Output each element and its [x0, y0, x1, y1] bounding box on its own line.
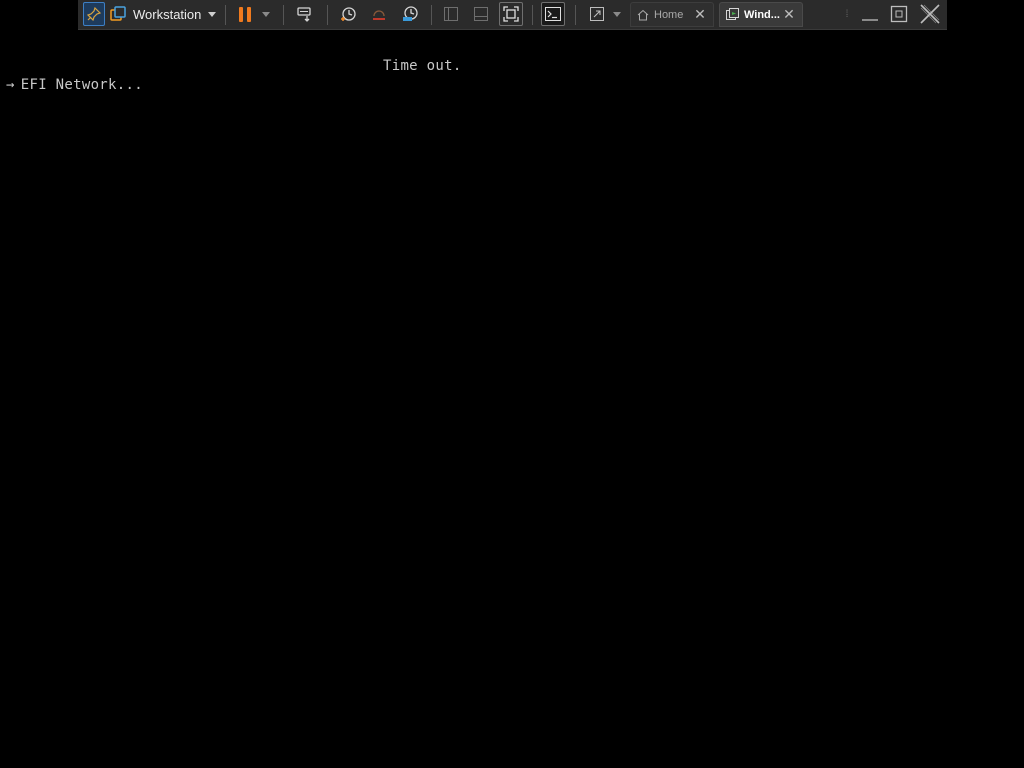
vmware-toolbar: Workstation Home ✕ Wind... ✕ ⁞ — [78, 0, 947, 30]
snapshot-manager-icon — [403, 6, 418, 21]
close-icon[interactable]: ✕ — [693, 7, 707, 21]
snapshot-manager-button[interactable] — [398, 2, 422, 26]
thumbnail-view-icon — [474, 7, 488, 21]
minimize-button[interactable] — [859, 2, 881, 26]
pause-button[interactable] — [234, 2, 256, 26]
chevron-down-icon — [613, 11, 621, 17]
stretch-guest-button[interactable] — [586, 2, 608, 26]
restore-button[interactable] — [888, 2, 910, 26]
toolbar-divider — [225, 5, 226, 25]
console-view-button[interactable] — [541, 2, 565, 26]
tab-windows-vm-label: Wind... — [744, 8, 780, 21]
workstation-icon — [109, 2, 127, 26]
pause-icon — [239, 6, 251, 22]
chevron-down-icon — [262, 11, 270, 17]
close-icon[interactable]: ✕ — [782, 7, 796, 21]
boot-entry-label: EFI Network... — [20, 77, 143, 93]
close-icon — [920, 4, 940, 24]
power-dropdown-button[interactable] — [259, 2, 273, 26]
pin-toolbar-button[interactable] — [83, 2, 105, 26]
toolbar-divider — [431, 5, 432, 25]
toolbar-divider — [283, 5, 284, 25]
stretch-guest-icon — [590, 7, 604, 21]
tab-windows-vm[interactable]: Wind... ✕ — [719, 2, 803, 27]
selection-arrow-icon: → — [6, 77, 15, 93]
restore-icon — [890, 5, 908, 23]
revert-snapshot-icon — [373, 10, 385, 20]
minimize-icon — [862, 19, 878, 21]
workstation-menu[interactable]: Workstation — [133, 2, 217, 26]
close-window-button[interactable] — [918, 2, 942, 26]
send-ctrl-alt-del-icon — [297, 7, 311, 22]
take-snapshot-button[interactable] — [336, 2, 360, 26]
pin-icon — [87, 7, 101, 21]
toolbar-divider — [575, 5, 576, 25]
send-ctrl-alt-del-button[interactable] — [293, 2, 317, 26]
library-view-icon — [444, 7, 458, 21]
boot-menu-entry[interactable]: → EFI Network... — [6, 77, 143, 93]
tab-home-label: Home — [654, 8, 684, 21]
console-view-icon — [545, 7, 561, 21]
tab-home[interactable]: Home ✕ — [630, 2, 714, 27]
stretch-dropdown-button[interactable] — [610, 2, 624, 26]
vm-tab-icon — [726, 8, 739, 20]
revert-snapshot-button[interactable] — [367, 2, 391, 26]
thumbnail-view-button[interactable] — [470, 2, 492, 26]
take-snapshot-icon — [341, 7, 356, 21]
toolbar-divider — [532, 5, 533, 25]
tab-scroll-indicator[interactable]: ⁞ — [842, 2, 852, 26]
home-icon — [637, 9, 649, 20]
fullscreen-icon — [503, 6, 519, 22]
toolbar-divider — [327, 5, 328, 25]
library-view-button[interactable] — [440, 2, 462, 26]
workstation-menu-label: Workstation — [133, 6, 202, 22]
fullscreen-button[interactable] — [499, 2, 523, 26]
timeout-message: Time out. — [383, 58, 462, 74]
chevron-down-icon — [208, 11, 217, 17]
